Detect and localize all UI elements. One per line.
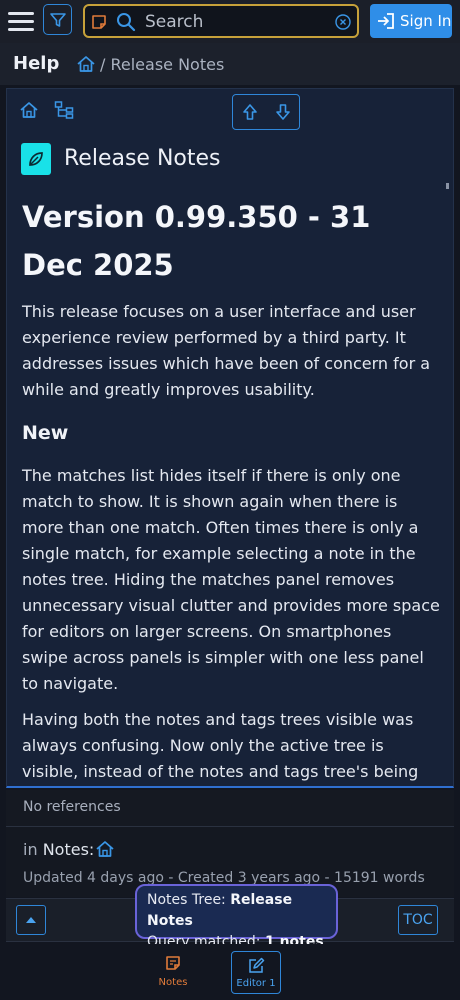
breadcrumb-bar: Help / Release Notes: [0, 43, 460, 85]
references-text: No references: [23, 799, 121, 815]
filter-icon: [50, 13, 66, 27]
note-type-icon[interactable]: [90, 13, 108, 31]
menu-icon[interactable]: [8, 9, 34, 35]
references-bar: No references: [6, 790, 454, 827]
location-prefix: in: [23, 840, 38, 859]
leaf-icon: [29, 152, 43, 166]
arrow-down-icon[interactable]: [275, 103, 291, 121]
page-title: Help: [13, 53, 60, 74]
paragraph-matches: The matches list hides itself if there i…: [22, 466, 440, 693]
notes-icon: [166, 956, 180, 970]
note-location: in Notes:: [23, 840, 94, 859]
scrollbar[interactable]: [446, 183, 449, 189]
toc-button[interactable]: TOC: [398, 905, 438, 935]
search-box[interactable]: [83, 4, 359, 38]
tab-notes[interactable]: Notes: [150, 950, 196, 994]
sign-in-label: Sign In: [400, 12, 452, 30]
paragraph-trees: Having both the notes and tags trees vis…: [22, 710, 419, 781]
tab-notes-label: Notes: [158, 977, 188, 988]
breadcrumb[interactable]: / Release Notes: [100, 55, 224, 74]
scroll-top-button[interactable]: [16, 905, 46, 935]
edit-icon: [249, 957, 265, 973]
bottom-tab-bar: Notes Editor 1: [0, 944, 460, 1000]
location-label[interactable]: Notes:: [43, 840, 95, 859]
tab-editor[interactable]: Editor 1: [231, 951, 281, 994]
toast-line-tree: Notes Tree: Release Notes: [147, 890, 336, 932]
home-icon[interactable]: [19, 100, 39, 120]
home-icon[interactable]: [76, 54, 96, 74]
note-panel: Release Notes Version 0.99.350 - 31 Dec …: [6, 88, 454, 788]
filter-button[interactable]: [43, 4, 72, 35]
sign-in-icon: [378, 13, 394, 29]
note-title: Release Notes: [64, 146, 221, 171]
note-icon: [21, 143, 51, 175]
note-nav-group: [232, 94, 300, 130]
search-input[interactable]: [143, 10, 327, 34]
triangle-up-icon: [26, 917, 36, 923]
note-content: Version 0.99.350 - 31 Dec 2025 This rele…: [22, 193, 440, 786]
intro-paragraph: This release focuses on a user interface…: [22, 302, 431, 399]
tab-editor-label: Editor 1: [236, 978, 276, 989]
top-bar: Sign In: [0, 0, 460, 43]
arrow-up-icon[interactable]: [242, 103, 258, 121]
home-icon[interactable]: [95, 839, 115, 859]
search-icon: [117, 13, 136, 32]
tree-icon[interactable]: [54, 100, 74, 120]
toast-tree-label: Notes Tree:: [147, 892, 226, 908]
version-heading: Version 0.99.350 - 31 Dec 2025: [22, 200, 371, 282]
sign-in-button[interactable]: Sign In: [370, 4, 452, 38]
section-heading-new: New: [22, 422, 69, 444]
clear-search-icon[interactable]: [335, 14, 351, 30]
status-toast: Notes Tree: Release Notes Query matched:…: [135, 884, 338, 950]
